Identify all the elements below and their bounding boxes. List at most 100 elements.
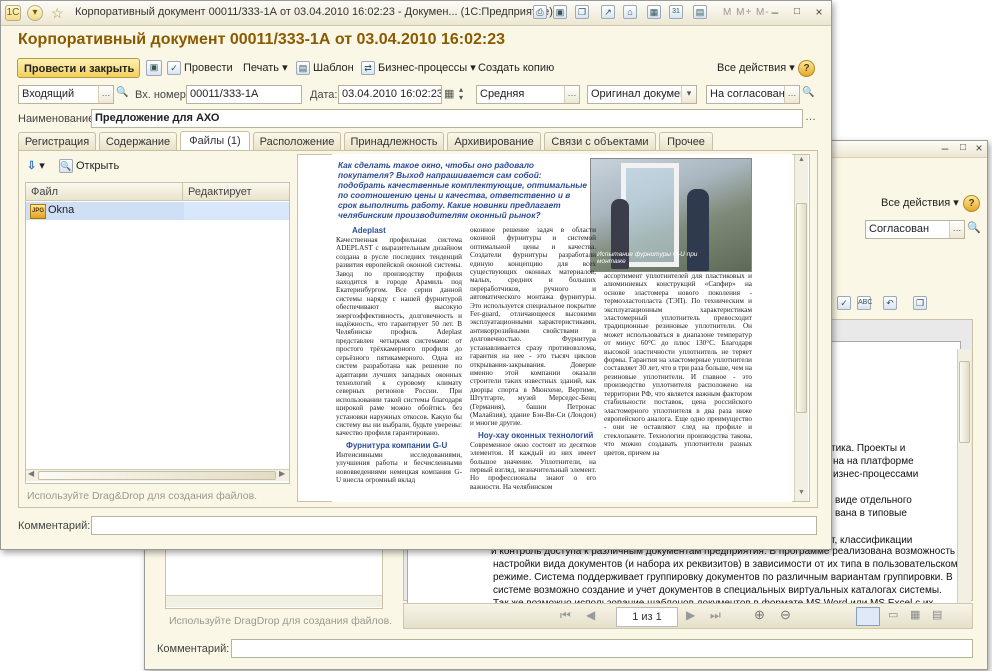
back-editor-scroll-thumb[interactable] <box>959 361 970 443</box>
minimize-button[interactable]: – <box>765 4 785 21</box>
titlebar-arrow-icon[interactable]: ↗ <box>601 5 615 19</box>
titlebar-home-icon[interactable]: ⌂ <box>623 5 637 19</box>
tab-other[interactable]: Прочее <box>659 132 713 151</box>
app-1c-logo-icon[interactable]: 1С <box>5 5 21 21</box>
tab-location[interactable]: Расположение <box>253 132 341 151</box>
column-2-text-2: Современное окно состоит из десятков эле… <box>470 440 596 491</box>
date-field[interactable]: 03.04.2010 16:02:23 <box>338 85 442 104</box>
back-two-page-icon[interactable]: ▭ <box>888 608 898 621</box>
back-pager-bar: ⏮ ◀ 1 из 1 ▶ ⏭ ⊕ ⊖ ▭ ▦ ▤ <box>403 603 973 629</box>
back-help-icon[interactable]: ? <box>963 195 980 212</box>
tab-archiving[interactable]: Архивирование <box>447 132 541 151</box>
back-undo-icon[interactable]: ↶ <box>883 296 897 310</box>
back-close-button[interactable]: × <box>969 140 989 157</box>
template-icon: ▤ <box>296 61 310 76</box>
direction-choose-icon[interactable]: … <box>98 86 113 103</box>
back-first-page-icon[interactable]: ⏮ <box>560 608 571 623</box>
files-scroll-left-icon[interactable]: ◀ <box>28 469 34 478</box>
help-icon[interactable]: ? <box>798 60 815 77</box>
calculator-icon[interactable]: ▦ <box>647 5 661 19</box>
back-copy-icon[interactable]: ❐ <box>913 296 927 310</box>
back-last-page-icon[interactable]: ⏭ <box>710 608 721 623</box>
open-file-button[interactable]: 🔍 Открыть <box>59 156 119 176</box>
original-field[interactable]: Оригинал документа ▾ <box>587 85 697 104</box>
back-left-hscroll[interactable] <box>166 595 382 607</box>
all-actions-button[interactable]: Все действия ▾ <box>717 58 795 78</box>
direction-search-icon[interactable]: 🔍 <box>116 87 128 98</box>
files-add-button[interactable]: ⇩ ▾ <box>27 156 45 176</box>
back-status-dropdown-icon[interactable]: … <box>949 221 964 238</box>
status-field[interactable]: На согласовании … <box>706 85 800 104</box>
title-menu-icon[interactable]: ▾ <box>27 5 43 21</box>
date-value: 03.04.2010 16:02:23 <box>342 88 442 100</box>
tab-registration[interactable]: Регистрация <box>18 132 96 151</box>
article-column-1: Adeplast Качественная профильная система… <box>336 226 462 498</box>
back-prev-page-icon[interactable]: ◀ <box>586 608 595 622</box>
maximize-button[interactable]: □ <box>787 4 807 21</box>
date-spin-icon[interactable]: ▴ ▾ <box>459 86 463 102</box>
files-scroll-right-icon[interactable]: ▶ <box>279 469 285 478</box>
back-next-page-icon[interactable]: ▶ <box>686 608 695 622</box>
bp-chevron-down-icon: ▾ <box>470 62 476 74</box>
back-check-icon[interactable]: ✓ <box>837 296 851 310</box>
files-list-hscroll[interactable]: ◀ ▶ <box>26 469 289 481</box>
col-file-header[interactable]: Файл <box>26 183 183 201</box>
preview-scroll-down-icon[interactable]: ▼ <box>798 489 805 496</box>
comment-field[interactable] <box>91 516 817 535</box>
back-zoom-out-icon[interactable]: ⊖ <box>780 607 791 623</box>
print-icon[interactable]: ⎙ <box>533 5 547 19</box>
back-minimize-button[interactable]: – <box>935 140 955 157</box>
preview-vscroll[interactable]: ▲ ▼ <box>794 155 808 501</box>
name-choose-icon[interactable]: … <box>805 111 816 123</box>
create-copy-button[interactable]: Создать копию <box>478 58 554 78</box>
back-status-search-icon[interactable]: 🔍 <box>967 221 981 234</box>
back-spellcheck-icon[interactable]: ABC <box>857 296 872 310</box>
direction-field[interactable]: Входящий … <box>18 85 114 104</box>
titlebar-save-icon[interactable]: ▣ <box>553 5 567 19</box>
print-menu-button[interactable]: Печать ▾ <box>243 58 288 78</box>
save-icon[interactable]: ▣ <box>146 60 165 76</box>
name-field[interactable]: Предложение для АХО <box>91 109 803 128</box>
favorite-star-icon[interactable]: ☆ <box>51 5 64 22</box>
template-button[interactable]: ▤ Шаблон <box>296 58 354 78</box>
titlebar-doc-icon[interactable]: ▤ <box>693 5 707 19</box>
tab-links[interactable]: Связи с объектами <box>544 132 656 151</box>
priority-field[interactable]: Средняя … <box>476 85 580 104</box>
memory-buttons[interactable]: M M+ M- <box>723 7 770 18</box>
files-scroll-thumb[interactable] <box>38 471 276 480</box>
back-text-line-4: вана в типовые <box>835 508 907 519</box>
column-3-text: ассортимент уплотнителей для пластиковых… <box>604 272 752 457</box>
bp-label: Бизнес-процессы <box>378 62 468 74</box>
back-all-actions-button[interactable]: Все действия ▾ <box>881 193 959 213</box>
in-number-field[interactable]: 00011/333-1А <box>186 85 302 104</box>
close-button[interactable]: × <box>809 4 829 21</box>
back-fit-icon[interactable]: ▤ <box>932 608 942 621</box>
tab-files[interactable]: Файлы (1) <box>180 131 250 151</box>
back-comment-field[interactable] <box>231 639 973 658</box>
col-editor-header[interactable]: Редактирует <box>183 183 289 201</box>
status-search-icon[interactable]: 🔍 <box>802 87 814 98</box>
titlebar-copy-icon[interactable]: ❐ <box>575 5 589 19</box>
post-button[interactable]: ✓ Провести <box>167 58 233 78</box>
back-status-value: Согласован <box>869 223 930 235</box>
tab-content[interactable]: Содержание <box>99 132 177 151</box>
preview-scroll-thumb[interactable] <box>796 203 807 413</box>
preview-scroll-up-icon[interactable]: ▲ <box>798 156 805 163</box>
calendar-icon[interactable]: 31 <box>669 5 683 19</box>
post-and-close-button[interactable]: Провести и закрыть <box>17 58 140 78</box>
tab-belonging[interactable]: Принадлежность <box>344 132 444 151</box>
back-status-field[interactable]: Согласован … <box>865 220 965 239</box>
business-processes-button[interactable]: ⇄ Бизнес-процессы ▾ <box>361 58 476 78</box>
file-editor <box>184 202 289 220</box>
original-dropdown-icon[interactable]: ▾ <box>681 86 696 103</box>
back-editor-scrollbar[interactable] <box>957 349 971 603</box>
priority-choose-icon[interactable]: … <box>564 86 579 103</box>
back-zoom-in-icon[interactable]: ⊕ <box>754 607 765 623</box>
date-calendar-icon[interactable]: ▦ <box>444 87 454 100</box>
back-page-field[interactable]: 1 из 1 <box>616 607 678 627</box>
back-single-page-icon[interactable] <box>856 607 880 626</box>
back-grid-view-icon[interactable]: ▦ <box>910 608 920 621</box>
article-headline: Как сделать такое окно, чтобы оно радова… <box>338 160 587 220</box>
table-row[interactable]: JPG Okna <box>26 202 289 220</box>
status-choose-icon[interactable]: … <box>784 86 799 103</box>
